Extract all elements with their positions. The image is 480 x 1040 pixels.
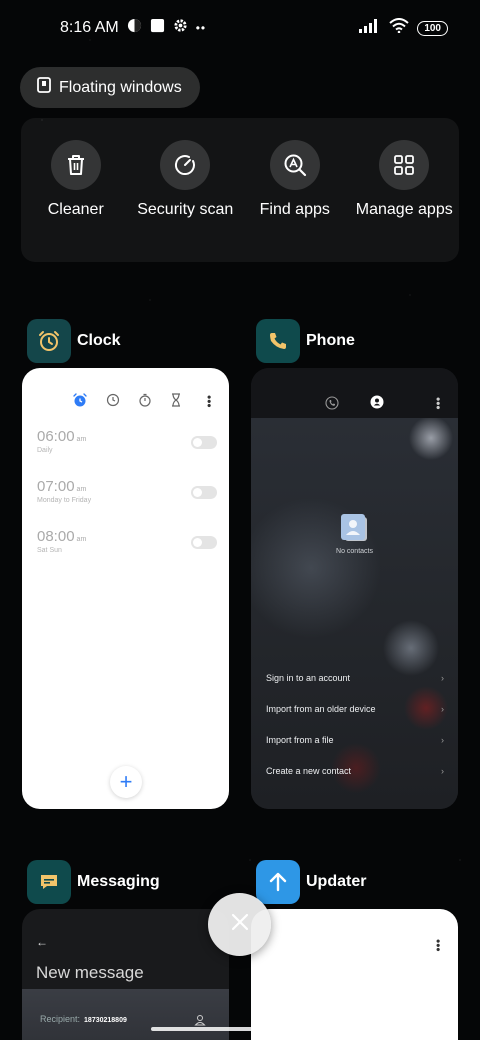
manage-apps-label: Manage apps (355, 201, 453, 218)
phone-app-card[interactable]: ••• No contacts Sign in to an account › I… (251, 368, 458, 809)
clock-tabs (72, 392, 182, 413)
chevron-right-icon: › (441, 766, 444, 776)
option-label: Import from a file (266, 735, 334, 745)
stopwatch-tab-icon[interactable] (138, 393, 152, 412)
wifi-icon (389, 18, 409, 38)
option-label: Create a new contact (266, 766, 352, 776)
recipient-value: 18730218809 (84, 1017, 127, 1024)
updater-more-icon[interactable]: ••• (431, 939, 445, 952)
new-message-title: New message (36, 963, 144, 982)
security-scan-button[interactable]: Security scan (135, 140, 235, 262)
timer-tab-icon[interactable] (170, 393, 182, 412)
alarm-row[interactable]: 07:00 am Monday to Friday (37, 478, 217, 518)
contacts-tab-icon[interactable] (370, 395, 384, 414)
status-bar: 8:16 AM •• 100 (0, 0, 480, 56)
grid-icon (379, 140, 430, 190)
security-scan-label: Security scan (137, 201, 234, 218)
no-contacts-label: No contacts (336, 548, 373, 555)
find-apps-icon (269, 140, 320, 190)
find-apps-label: Find apps (259, 201, 330, 218)
phone-top-bar: ••• (251, 368, 458, 418)
alarm-toggle[interactable] (191, 486, 217, 499)
square-notification-icon (150, 18, 165, 38)
chevron-right-icon: › (441, 704, 444, 714)
close-icon (230, 912, 250, 937)
phone-handset-icon (256, 319, 300, 363)
contacts-empty-icon (339, 513, 371, 545)
clock-more-icon[interactable]: ••• (202, 395, 216, 408)
alarm-row[interactable]: 06:00 am Daily (37, 428, 217, 468)
updater-app-card[interactable]: ••• (251, 909, 458, 1040)
clock-app-card[interactable]: ••• 06:00 am Daily 07:00 am Monday to Frid… (22, 368, 229, 809)
sign-in-option[interactable]: Sign in to an account › (266, 673, 444, 683)
clock-app-header[interactable]: Clock (27, 319, 121, 363)
home-indicator[interactable] (151, 1027, 329, 1031)
signal-icon (359, 18, 381, 38)
alarm-days: Sat Sun (37, 547, 62, 554)
security-scan-icon (160, 140, 211, 190)
alarm-days: Daily (37, 447, 53, 454)
world-clock-tab-icon[interactable] (106, 393, 120, 412)
phone-more-icon[interactable]: ••• (431, 397, 445, 410)
alarm-ampm: am (76, 536, 87, 543)
more-notifications-icon: •• (195, 21, 207, 35)
message-bubble-icon (27, 860, 71, 904)
settings-gear-icon (173, 18, 188, 38)
phone-app-name: Phone (306, 332, 355, 349)
back-arrow-icon[interactable]: ← (36, 935, 48, 949)
recipient-field[interactable]: Recipient: 18730218809 (40, 1014, 127, 1024)
floating-window-icon (37, 77, 51, 98)
plus-icon: + (119, 769, 133, 794)
alarm-days: Monday to Friday (37, 497, 92, 504)
alarm-toggle[interactable] (191, 536, 217, 549)
import-file-option[interactable]: Import from a file › (266, 735, 444, 745)
app-notification-icon (127, 18, 142, 38)
recipient-label: Recipient: (40, 1014, 81, 1024)
alarm-row[interactable]: 08:00 am Sat Sun (37, 528, 217, 568)
clock-app-name: Clock (77, 332, 121, 349)
option-label: Sign in to an account (266, 673, 351, 683)
alarm-time: 06:00 (37, 428, 75, 445)
battery-indicator: 100 (417, 20, 448, 36)
updater-app-name: Updater (306, 873, 367, 890)
alarm-toggle[interactable] (191, 436, 217, 449)
chevron-right-icon: › (441, 673, 444, 683)
alarm-ampm: am (76, 486, 87, 493)
status-time: 8:16 AM (60, 19, 119, 36)
alarm-clock-icon (27, 319, 71, 363)
find-apps-button[interactable]: Find apps (245, 140, 345, 262)
manage-apps-button[interactable]: Manage apps (354, 140, 454, 262)
phone-app-header[interactable]: Phone (256, 319, 355, 363)
quick-actions-panel: Cleaner Security scan Find apps Manage a… (21, 118, 459, 262)
chevron-right-icon: › (441, 735, 444, 745)
alarm-ampm: am (76, 436, 87, 443)
updater-app-header[interactable]: Updater (256, 860, 366, 904)
create-contact-option[interactable]: Create a new contact › (266, 766, 444, 776)
alarm-time: 07:00 (37, 478, 75, 495)
alarm-tab-icon[interactable] (72, 392, 88, 413)
floating-windows-label: Floating windows (59, 78, 182, 96)
option-label: Import from an older device (266, 704, 376, 714)
clear-all-button[interactable] (208, 893, 271, 956)
messaging-app-card[interactable]: ← New message Recipient: 18730218809 (22, 909, 229, 1040)
alarm-time: 08:00 (37, 528, 75, 545)
trash-icon (50, 140, 101, 190)
add-alarm-button[interactable]: + (110, 766, 142, 798)
import-older-device-option[interactable]: Import from an older device › (266, 704, 444, 714)
call-log-tab-icon[interactable] (325, 396, 339, 415)
update-arrow-icon (256, 860, 300, 904)
cleaner-label: Cleaner (47, 201, 104, 218)
phone-blurred-background (251, 418, 458, 809)
messaging-app-name: Messaging (77, 873, 160, 890)
cleaner-button[interactable]: Cleaner (26, 140, 126, 262)
floating-windows-button[interactable]: Floating windows (20, 67, 200, 108)
messaging-app-header[interactable]: Messaging (27, 860, 160, 904)
